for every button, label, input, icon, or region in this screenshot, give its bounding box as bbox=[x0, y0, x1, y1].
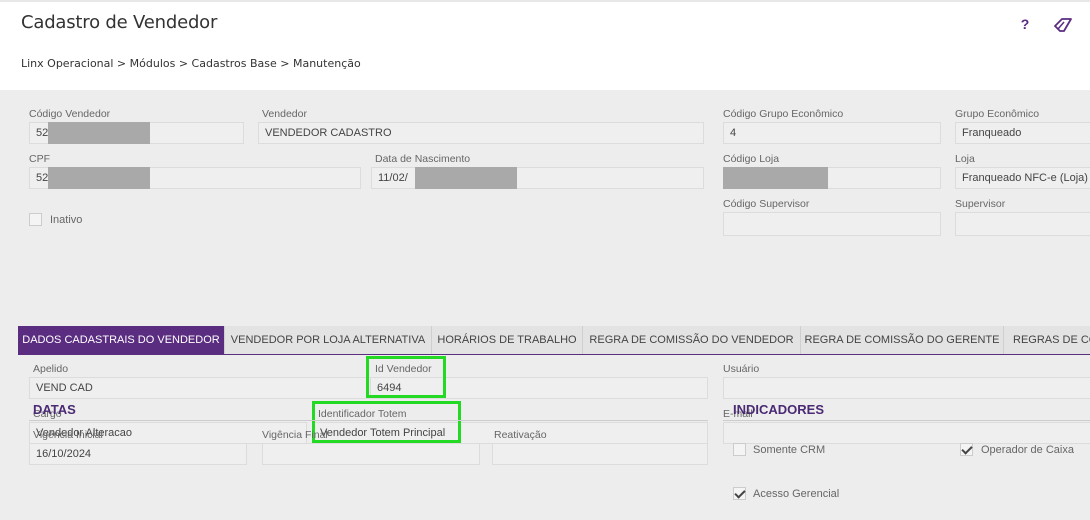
codigo-supervisor-field[interactable] bbox=[723, 212, 941, 236]
tab-underline bbox=[18, 354, 1090, 355]
panel-gap bbox=[18, 256, 1090, 270]
reativacao-label: Reativação bbox=[494, 429, 547, 441]
usuario-label: Usuário bbox=[723, 363, 760, 375]
indicadores-rule bbox=[723, 420, 1090, 421]
redacted-mask bbox=[415, 167, 517, 189]
acesso-gerencial-checkbox[interactable] bbox=[733, 487, 746, 500]
tab-regra-comissao-gerente[interactable]: REGRA DE COMISSÃO DO GERENTE bbox=[801, 326, 1004, 354]
operador-caixa-label: Operador de Caixa bbox=[981, 444, 1074, 456]
redacted-mask bbox=[48, 167, 150, 189]
operador-caixa-checkbox[interactable] bbox=[960, 443, 973, 456]
tab-horarios-trabalho[interactable]: HORÁRIOS DE TRABALHO bbox=[432, 326, 583, 354]
supervisor-label: Supervisor bbox=[955, 198, 1006, 210]
grupo-economico-label: Grupo Econômico bbox=[955, 108, 1040, 120]
email-field[interactable] bbox=[723, 422, 1090, 444]
vendedor-field[interactable]: VENDEDOR CADASTRO bbox=[258, 122, 704, 144]
page-title: Cadastro de Vendedor bbox=[21, 12, 218, 33]
supervisor-field[interactable] bbox=[955, 212, 1090, 236]
header-bar: Cadastro de Vendedor ? Linx Operacional … bbox=[0, 0, 1090, 90]
codigo-grupo-economico-label: Código Grupo Econômico bbox=[723, 108, 844, 120]
inativo-checkbox[interactable] bbox=[29, 213, 42, 226]
tab-bar: DADOS CADASTRAIS DO VENDEDOR VENDEDOR PO… bbox=[18, 326, 1090, 354]
apelido-label: Apelido bbox=[33, 363, 69, 375]
loja-label: Loja bbox=[955, 153, 975, 165]
datas-title: DATAS bbox=[33, 402, 76, 417]
vigencia-inicial-field[interactable]: 16/10/2024 bbox=[29, 443, 247, 465]
grupo-economico-field[interactable]: Franqueado bbox=[955, 122, 1090, 144]
tab-regras-co[interactable]: REGRAS DE CO bbox=[1004, 326, 1090, 354]
datas-rule bbox=[29, 420, 708, 421]
tab-vendedor-loja-alternativa[interactable]: VENDEDOR POR LOJA ALTERNATIVA bbox=[225, 326, 432, 354]
loja-field[interactable]: Franqueado NFC-e (Loja) bbox=[955, 167, 1090, 189]
vigencia-inicial-label: Vigência Inicial bbox=[33, 429, 103, 441]
breadcrumb[interactable]: Linx Operacional > Módulos > Cadastros B… bbox=[21, 57, 361, 70]
vigencia-final-field[interactable] bbox=[262, 443, 480, 465]
identificador-totem-highlight bbox=[312, 401, 461, 443]
eraser-icon[interactable] bbox=[1054, 18, 1072, 32]
codigo-supervisor-label: Código Supervisor bbox=[723, 198, 810, 210]
vendedor-label: Vendedor bbox=[262, 108, 307, 120]
data-nascimento-label: Data de Nascimento bbox=[375, 153, 471, 165]
reativacao-field[interactable] bbox=[492, 443, 708, 465]
somente-crm-checkbox[interactable] bbox=[733, 443, 746, 456]
codigo-grupo-economico-field[interactable]: 4 bbox=[723, 122, 941, 144]
id-vendedor-highlight bbox=[366, 356, 446, 398]
redacted-mask bbox=[48, 122, 150, 144]
codigo-vendedor-label: Código Vendedor bbox=[29, 108, 111, 120]
tab-regra-comissao-vendedor[interactable]: REGRA DE COMISSÃO DO VENDEDOR bbox=[583, 326, 801, 354]
indicadores-title: INDICADORES bbox=[733, 402, 825, 417]
vigencia-final-label: Vigência Final bbox=[262, 429, 328, 441]
redacted-mask bbox=[723, 167, 828, 189]
cpf-label: CPF bbox=[29, 153, 50, 165]
somente-crm-label: Somente CRM bbox=[753, 444, 826, 456]
codigo-loja-label: Código Loja bbox=[723, 153, 780, 165]
help-icon[interactable]: ? bbox=[1018, 16, 1032, 34]
usuario-field[interactable] bbox=[723, 377, 1090, 399]
inativo-label: Inativo bbox=[50, 214, 83, 226]
acesso-gerencial-label: Acesso Gerencial bbox=[753, 488, 840, 500]
tab-dados-cadastrais[interactable]: DADOS CADASTRAIS DO VENDEDOR bbox=[18, 326, 225, 354]
